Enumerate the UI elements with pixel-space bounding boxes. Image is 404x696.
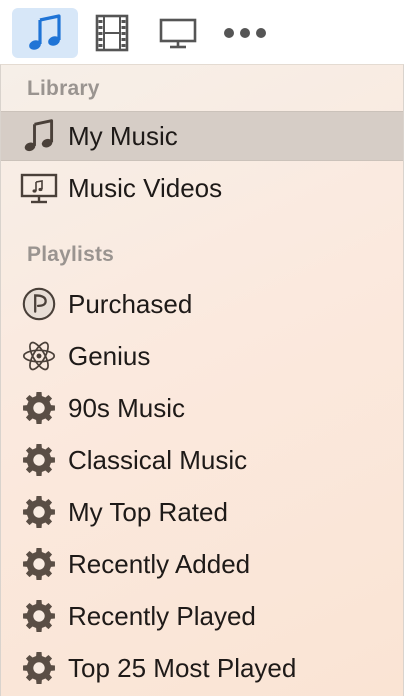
tv-shows-tab-button[interactable] bbox=[150, 8, 206, 58]
smart-playlist-gear-icon bbox=[19, 440, 59, 480]
music-note-icon bbox=[29, 14, 61, 50]
genius-atom-icon bbox=[19, 336, 59, 376]
sidebar-item-label: Music Videos bbox=[68, 172, 223, 203]
sidebar-item-classical-music[interactable]: Classical Music bbox=[1, 435, 403, 485]
sidebar-item-label: Recently Added bbox=[68, 548, 251, 579]
sidebar-item-label: Genius bbox=[68, 340, 151, 371]
sidebar-item-label: Top 25 Most Played bbox=[68, 652, 297, 683]
smart-playlist-gear-icon bbox=[19, 544, 59, 584]
sidebar-item-recently-added[interactable]: Recently Added bbox=[1, 539, 403, 589]
film-strip-icon bbox=[95, 14, 129, 52]
tv-monitor-icon bbox=[159, 18, 197, 49]
sidebar-item-purchased[interactable]: Purchased bbox=[1, 279, 403, 329]
media-type-toolbar bbox=[0, 0, 404, 64]
sidebar-item-label: Classical Music bbox=[68, 444, 248, 475]
smart-playlist-gear-icon bbox=[19, 596, 59, 636]
library-section-header: Library bbox=[27, 77, 100, 100]
playlists-section-header: Playlists bbox=[27, 243, 115, 266]
more-dots-icon bbox=[224, 28, 266, 38]
purchased-icon bbox=[19, 284, 59, 324]
sidebar-item-label: 90s Music bbox=[68, 392, 186, 423]
sidebar-item-music-videos[interactable]: Music Videos bbox=[1, 163, 403, 213]
sidebar-item-recently-played[interactable]: Recently Played bbox=[1, 591, 403, 641]
more-button[interactable] bbox=[214, 8, 276, 58]
music-note-icon bbox=[19, 116, 59, 156]
sidebar: Library My Music Music Videos Playlists … bbox=[0, 64, 404, 696]
sidebar-item-label: Purchased bbox=[68, 288, 193, 319]
sidebar-item-my-top-rated[interactable]: My Top Rated bbox=[1, 487, 403, 537]
sidebar-item-label: My Music bbox=[68, 120, 178, 151]
movies-tab-button[interactable] bbox=[86, 8, 138, 58]
smart-playlist-gear-icon bbox=[19, 388, 59, 428]
sidebar-item-label: Recently Played bbox=[68, 600, 256, 631]
music-tab-button[interactable] bbox=[12, 8, 78, 58]
music-video-icon bbox=[19, 168, 59, 208]
sidebar-item-90s-music[interactable]: 90s Music bbox=[1, 383, 403, 433]
sidebar-item-top-25-most-played[interactable]: Top 25 Most Played bbox=[1, 643, 403, 693]
smart-playlist-gear-icon bbox=[19, 648, 59, 688]
itunes-window: Library My Music Music Videos Playlists … bbox=[0, 0, 404, 696]
sidebar-item-label: My Top Rated bbox=[68, 496, 228, 527]
sidebar-item-my-music[interactable]: My Music bbox=[1, 111, 403, 161]
smart-playlist-gear-icon bbox=[19, 492, 59, 532]
sidebar-item-genius[interactable]: Genius bbox=[1, 331, 403, 381]
